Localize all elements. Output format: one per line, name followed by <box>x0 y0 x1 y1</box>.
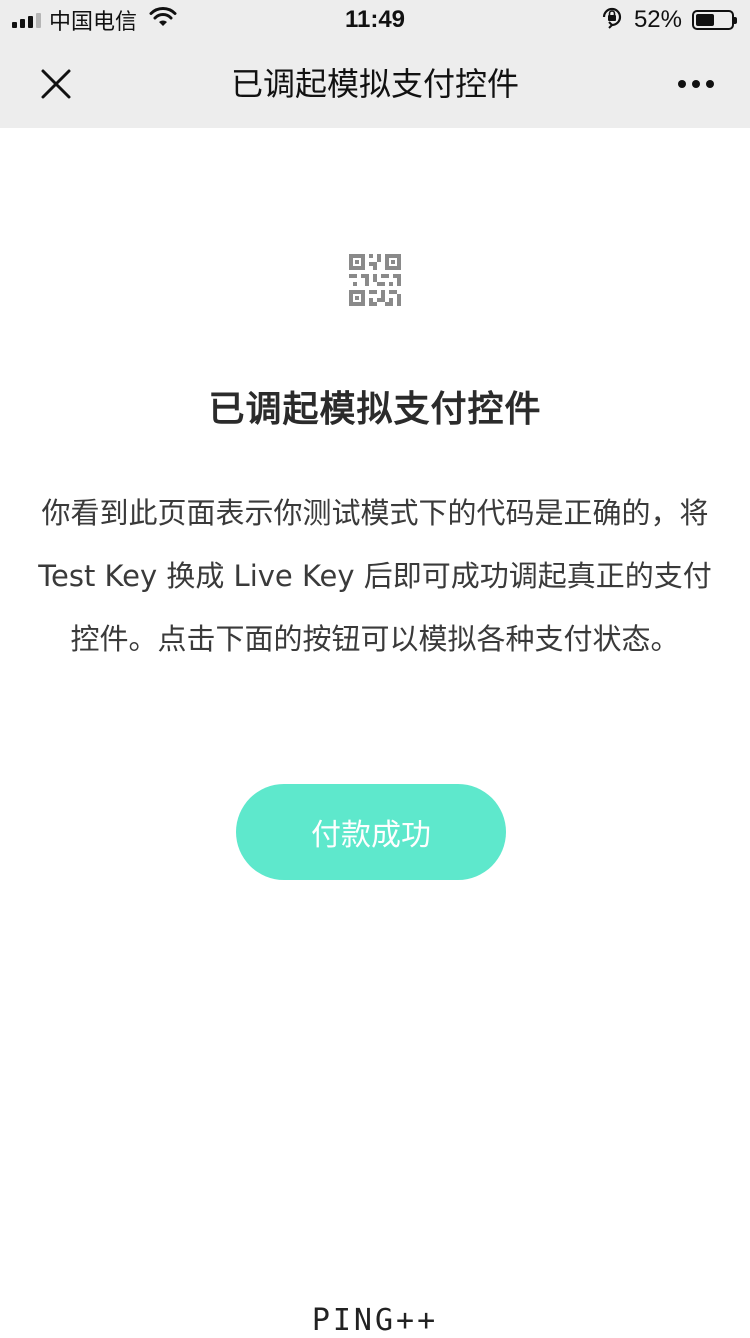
status-right: 52% <box>600 5 737 36</box>
orientation-lock-icon <box>600 5 624 36</box>
nav-bar: 已调起模拟支付控件 <box>0 40 750 128</box>
nav-title: 已调起模拟支付控件 <box>230 65 519 103</box>
page-title: 已调起模拟支付控件 <box>208 389 542 430</box>
description-text: 你看到此页面表示你测试模式下的代码是正确的，将 Test Key 换成 Live… <box>38 496 712 656</box>
qr-code-icon <box>349 254 401 306</box>
close-button[interactable] <box>30 58 82 110</box>
close-icon <box>41 69 71 99</box>
payment-success-button[interactable]: 付款成功 <box>236 784 506 880</box>
more-icon <box>678 80 686 88</box>
more-button[interactable] <box>668 58 724 110</box>
battery-icon <box>692 10 737 30</box>
battery-fill <box>696 14 714 26</box>
battery-percent: 52% <box>633 6 682 33</box>
ping-plus-plus-logo: PING++ <box>311 1303 439 1338</box>
status-bar: 中国电信 11:49 52% <box>0 0 750 40</box>
